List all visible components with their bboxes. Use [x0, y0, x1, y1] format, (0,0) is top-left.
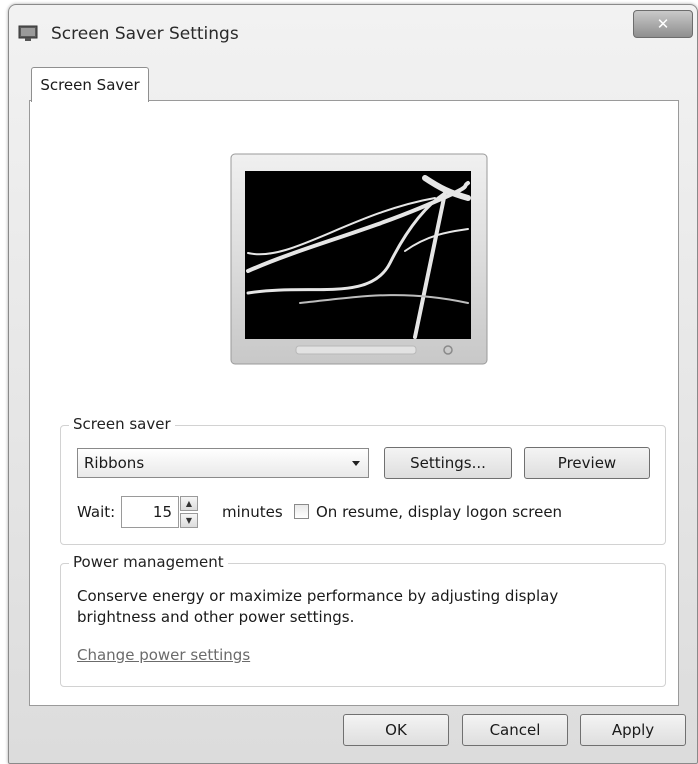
- change-power-settings-link[interactable]: Change power settings: [77, 646, 250, 664]
- screen-saver-selected-value: Ribbons: [84, 454, 145, 472]
- power-management-description: Conserve energy or maximize performance …: [77, 587, 559, 626]
- preview-button[interactable]: Preview: [524, 447, 650, 479]
- tab-panel: Screen saver Ribbons Settings... Preview…: [29, 100, 679, 706]
- window-title: Screen Saver Settings: [51, 24, 239, 44]
- chevron-up-icon[interactable]: ▲: [180, 496, 198, 511]
- tab-screen-saver[interactable]: Screen Saver: [31, 67, 149, 102]
- minutes-label: minutes: [222, 503, 283, 521]
- screen-saver-group-label: Screen saver: [69, 415, 175, 433]
- wait-minutes-input[interactable]: 15: [121, 496, 179, 528]
- resume-logon-checkbox[interactable]: [294, 504, 309, 519]
- screen-saver-group: Screen saver Ribbons Settings... Preview…: [60, 415, 666, 545]
- power-management-group: Power management Conserve energy or maxi…: [60, 553, 666, 687]
- screen-saver-preview-monitor: [230, 153, 488, 365]
- apply-button[interactable]: Apply: [580, 714, 686, 746]
- screen-saver-settings-window: Screen Saver Settings ✕ Screen Saver Scr…: [8, 4, 698, 764]
- close-icon: ✕: [656, 15, 670, 33]
- screen-saver-select[interactable]: Ribbons: [77, 448, 369, 478]
- power-management-group-label: Power management: [69, 553, 228, 571]
- dropdown-arrow-icon: [352, 461, 360, 466]
- resume-logon-label[interactable]: On resume, display logon screen: [316, 503, 562, 521]
- close-button[interactable]: ✕: [633, 10, 693, 38]
- wait-spinner[interactable]: ▲ ▼: [180, 496, 198, 528]
- cancel-button[interactable]: Cancel: [462, 714, 568, 746]
- wait-label: Wait:: [77, 503, 116, 521]
- monitor-icon: [18, 25, 38, 41]
- ok-button[interactable]: OK: [343, 714, 449, 746]
- title-bar: Screen Saver Settings ✕: [9, 5, 697, 61]
- settings-button[interactable]: Settings...: [384, 447, 512, 479]
- chevron-down-icon[interactable]: ▼: [180, 513, 198, 528]
